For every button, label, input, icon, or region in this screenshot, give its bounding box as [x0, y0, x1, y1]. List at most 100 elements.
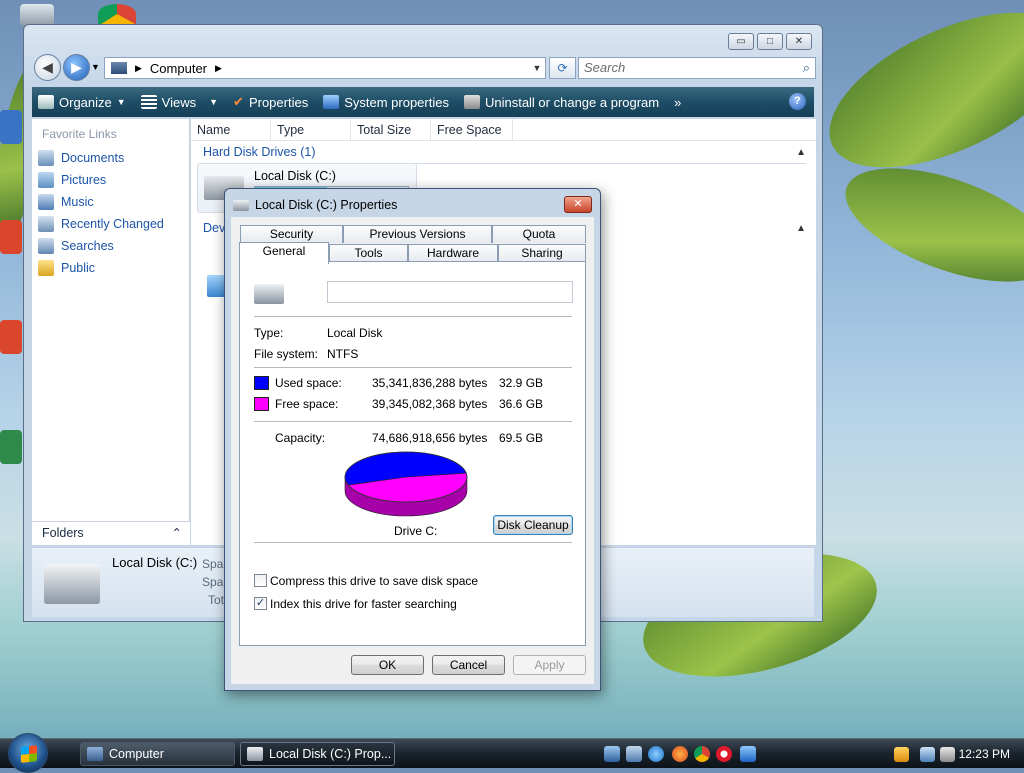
search-input[interactable]: Search ⌕: [578, 57, 816, 79]
drive-icon: [247, 747, 263, 761]
internet-explorer-icon[interactable]: [648, 746, 664, 762]
drive-name: Local Disk (C:): [254, 169, 336, 183]
index-checkbox[interactable]: ✓: [254, 597, 267, 610]
nav-link-music[interactable]: Music: [32, 191, 189, 213]
tab-quota[interactable]: Quota: [492, 225, 586, 243]
back-button[interactable]: ◀: [34, 54, 61, 81]
maximize-button[interactable]: □: [757, 33, 783, 50]
nav-link-label: Documents: [61, 151, 125, 165]
tab-tools[interactable]: Tools: [329, 244, 408, 262]
properties-label: Properties: [248, 94, 309, 110]
drive-name-input[interactable]: [327, 281, 573, 303]
security-shield-icon[interactable]: [894, 747, 909, 762]
apply-button[interactable]: Apply: [513, 655, 586, 675]
views-label: Views: [161, 94, 197, 110]
chevron-up-icon: ⌃: [171, 526, 182, 540]
general-tab-panel: Type: Local Disk File system: NTFS Used …: [239, 261, 586, 646]
column-total-size[interactable]: Total Size: [351, 119, 431, 140]
tab-general[interactable]: General: [239, 242, 329, 264]
recently-changed-icon: [38, 216, 54, 232]
properties-dialog: Local Disk (C:) Properties ✕ Security Pr…: [224, 188, 601, 691]
tab-security[interactable]: Security: [240, 225, 343, 243]
desktop-shortcut-icon[interactable]: [0, 320, 22, 354]
navigation-pane: Favorite Links Documents Pictures Music …: [32, 119, 190, 545]
chrome-icon[interactable]: [98, 4, 136, 24]
checkmark-icon: ✔: [233, 94, 244, 109]
refresh-button[interactable]: ⟳: [549, 57, 576, 79]
column-free-space[interactable]: Free Space: [431, 119, 513, 140]
computer-icon: [87, 747, 103, 761]
column-type[interactable]: Type: [271, 119, 351, 140]
chrome-icon[interactable]: [694, 746, 710, 762]
search-icon[interactable]: ⌕: [803, 58, 810, 78]
switch-windows-icon[interactable]: [626, 746, 642, 762]
nav-link-label: Pictures: [61, 173, 107, 187]
volume-muted-icon[interactable]: [940, 747, 955, 762]
tab-hardware[interactable]: Hardware: [408, 244, 498, 262]
minimize-button[interactable]: ▭: [728, 33, 754, 50]
firefox-icon[interactable]: [672, 746, 688, 762]
compress-checkbox[interactable]: [254, 574, 267, 587]
opera-icon[interactable]: [716, 746, 732, 762]
task-local-disk-properties[interactable]: Local Disk (C:) Prop...: [240, 742, 395, 766]
desktop-shortcut-icon[interactable]: [0, 430, 22, 464]
chevron-up-icon[interactable]: ▲: [796, 147, 806, 158]
nav-link-pictures[interactable]: Pictures: [32, 169, 189, 191]
nav-link-searches[interactable]: Searches: [32, 235, 189, 257]
used-space-label: Used space:: [275, 376, 342, 390]
group-hard-disk-drives[interactable]: Hard Disk Drives (1): [203, 145, 316, 159]
cancel-button[interactable]: Cancel: [432, 655, 505, 675]
free-space-swatch: [254, 397, 269, 411]
used-space-swatch: [254, 376, 269, 390]
network-icon[interactable]: [920, 747, 935, 762]
properties-button[interactable]: ✔ Properties: [233, 94, 308, 110]
column-name[interactable]: Name: [191, 119, 271, 140]
tab-sharing[interactable]: Sharing: [498, 244, 586, 262]
app-launcher-icon[interactable]: [740, 746, 756, 762]
task-computer[interactable]: Computer: [80, 742, 235, 766]
command-toolbar: Organize ▼ Views ▼ ✔ Properties System p…: [32, 87, 814, 117]
show-desktop-icon[interactable]: [604, 746, 620, 762]
nav-link-documents[interactable]: Documents: [32, 147, 189, 169]
desktop-shortcut-icon[interactable]: [0, 220, 22, 254]
forward-button[interactable]: ▶: [63, 54, 90, 81]
search-placeholder: Search: [584, 60, 626, 75]
disk-cleanup-button[interactable]: Disk Cleanup: [493, 515, 573, 535]
organize-menu[interactable]: Organize ▼: [38, 95, 126, 110]
more-commands-button[interactable]: »: [674, 95, 681, 110]
ok-button[interactable]: OK: [351, 655, 424, 675]
system-properties-label: System properties: [344, 94, 449, 110]
index-label[interactable]: Index this drive for faster searching: [270, 597, 457, 611]
pie-chart-svg: [344, 451, 468, 517]
drive-icon: [233, 199, 249, 211]
breadcrumb-separator-icon[interactable]: ▶: [215, 63, 222, 74]
system-clock[interactable]: 12:23 PM: [959, 747, 1010, 761]
tab-previous-versions[interactable]: Previous Versions: [343, 225, 492, 243]
folders-toggle[interactable]: Folders ⌃: [32, 521, 190, 545]
taskbar: Computer Local Disk (C:) Prop... 12:23 P…: [0, 733, 1024, 773]
uninstall-button[interactable]: Uninstall or change a program: [463, 95, 659, 110]
capacity-gb: 69.5 GB: [499, 431, 544, 445]
address-dropdown-icon[interactable]: ▼: [529, 63, 545, 73]
system-properties-button[interactable]: System properties: [323, 95, 449, 110]
breadcrumb-computer[interactable]: Computer: [150, 61, 207, 76]
dialog-close-button[interactable]: ✕: [564, 196, 592, 213]
breadcrumb-separator-icon[interactable]: ▶: [135, 63, 142, 74]
divider: [254, 367, 572, 368]
desktop-shortcut-icon[interactable]: [0, 110, 22, 144]
nav-link-recently-changed[interactable]: Recently Changed: [32, 213, 189, 235]
recent-pages-dropdown[interactable]: ▼: [91, 62, 100, 72]
group-devices[interactable]: Dev: [203, 221, 225, 235]
address-bar[interactable]: ▶ Computer ▶ ▼: [104, 57, 546, 79]
start-button[interactable]: [8, 733, 48, 773]
close-button[interactable]: ✕: [786, 33, 812, 50]
nav-link-public[interactable]: Public: [32, 257, 189, 279]
views-menu[interactable]: Views ▼: [140, 94, 218, 110]
recycle-bin-icon[interactable]: [20, 4, 54, 26]
compress-label[interactable]: Compress this drive to save disk space: [270, 574, 478, 588]
task-label: Computer: [109, 747, 164, 761]
chevron-up-icon[interactable]: ▲: [796, 223, 806, 234]
capacity-label: Capacity:: [275, 431, 326, 445]
help-icon[interactable]: ?: [789, 93, 806, 110]
organize-icon: [38, 95, 54, 109]
